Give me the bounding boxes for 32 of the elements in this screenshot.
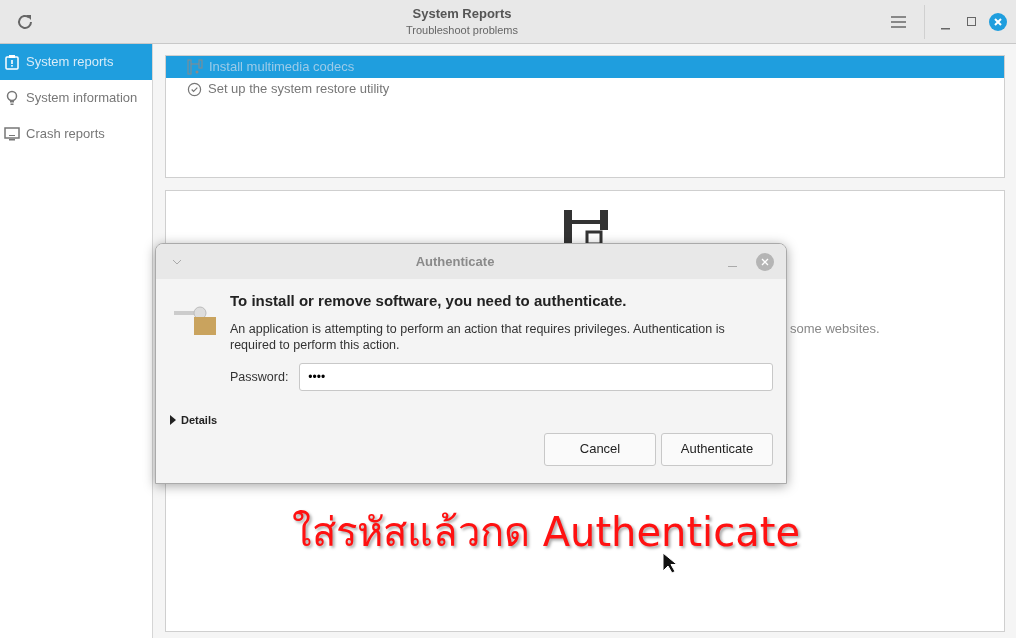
sidebar-item[interactable]: Crash reports [0, 116, 152, 152]
window-subtitle: Troubleshoot problems [405, 22, 519, 38]
pointer-icon [662, 552, 678, 574]
minimize-icon [940, 27, 950, 30]
detail-text: some websites. [790, 321, 880, 336]
close-button[interactable] [756, 252, 774, 271]
close-button[interactable] [989, 12, 1007, 31]
collapsed-arrow-icon [170, 415, 177, 426]
lightbulb-icon [4, 90, 20, 106]
password-label: Password: [230, 368, 289, 386]
report-row[interactable]: Set up the system restore utility [166, 78, 1004, 100]
dialog-button[interactable]: Cancel [544, 432, 656, 466]
dialog-message: An application is attempting to perform an action that requires privileges. Authentication is required to perform this action. [230, 321, 726, 353]
close-icon [994, 17, 1002, 26]
maximize-icon [966, 17, 976, 26]
dialog-button[interactable]: Authenticate [661, 432, 773, 466]
clipboard-icon [4, 54, 20, 70]
annotation-text: ใส่รหัสแล้วกด Authenticate [292, 508, 801, 557]
menu-icon [890, 15, 906, 28]
close-icon [761, 257, 769, 266]
dialog-heading: To install or remove software, you need to authenticate. [230, 291, 628, 311]
chevron-icon [172, 258, 182, 265]
details-expander[interactable]: Details [170, 412, 218, 429]
refresh-icon [16, 12, 34, 31]
sidebar-item[interactable]: System information [0, 80, 152, 116]
key-lock-icon [172, 303, 218, 335]
dialog-title: Authenticate [414, 252, 496, 271]
password-field[interactable]: •••• [299, 363, 773, 391]
window-title: System Reports [412, 5, 512, 22]
sidebar-item[interactable]: System reports [0, 44, 152, 80]
minimize-icon [728, 265, 737, 268]
monitor-icon [4, 126, 20, 142]
